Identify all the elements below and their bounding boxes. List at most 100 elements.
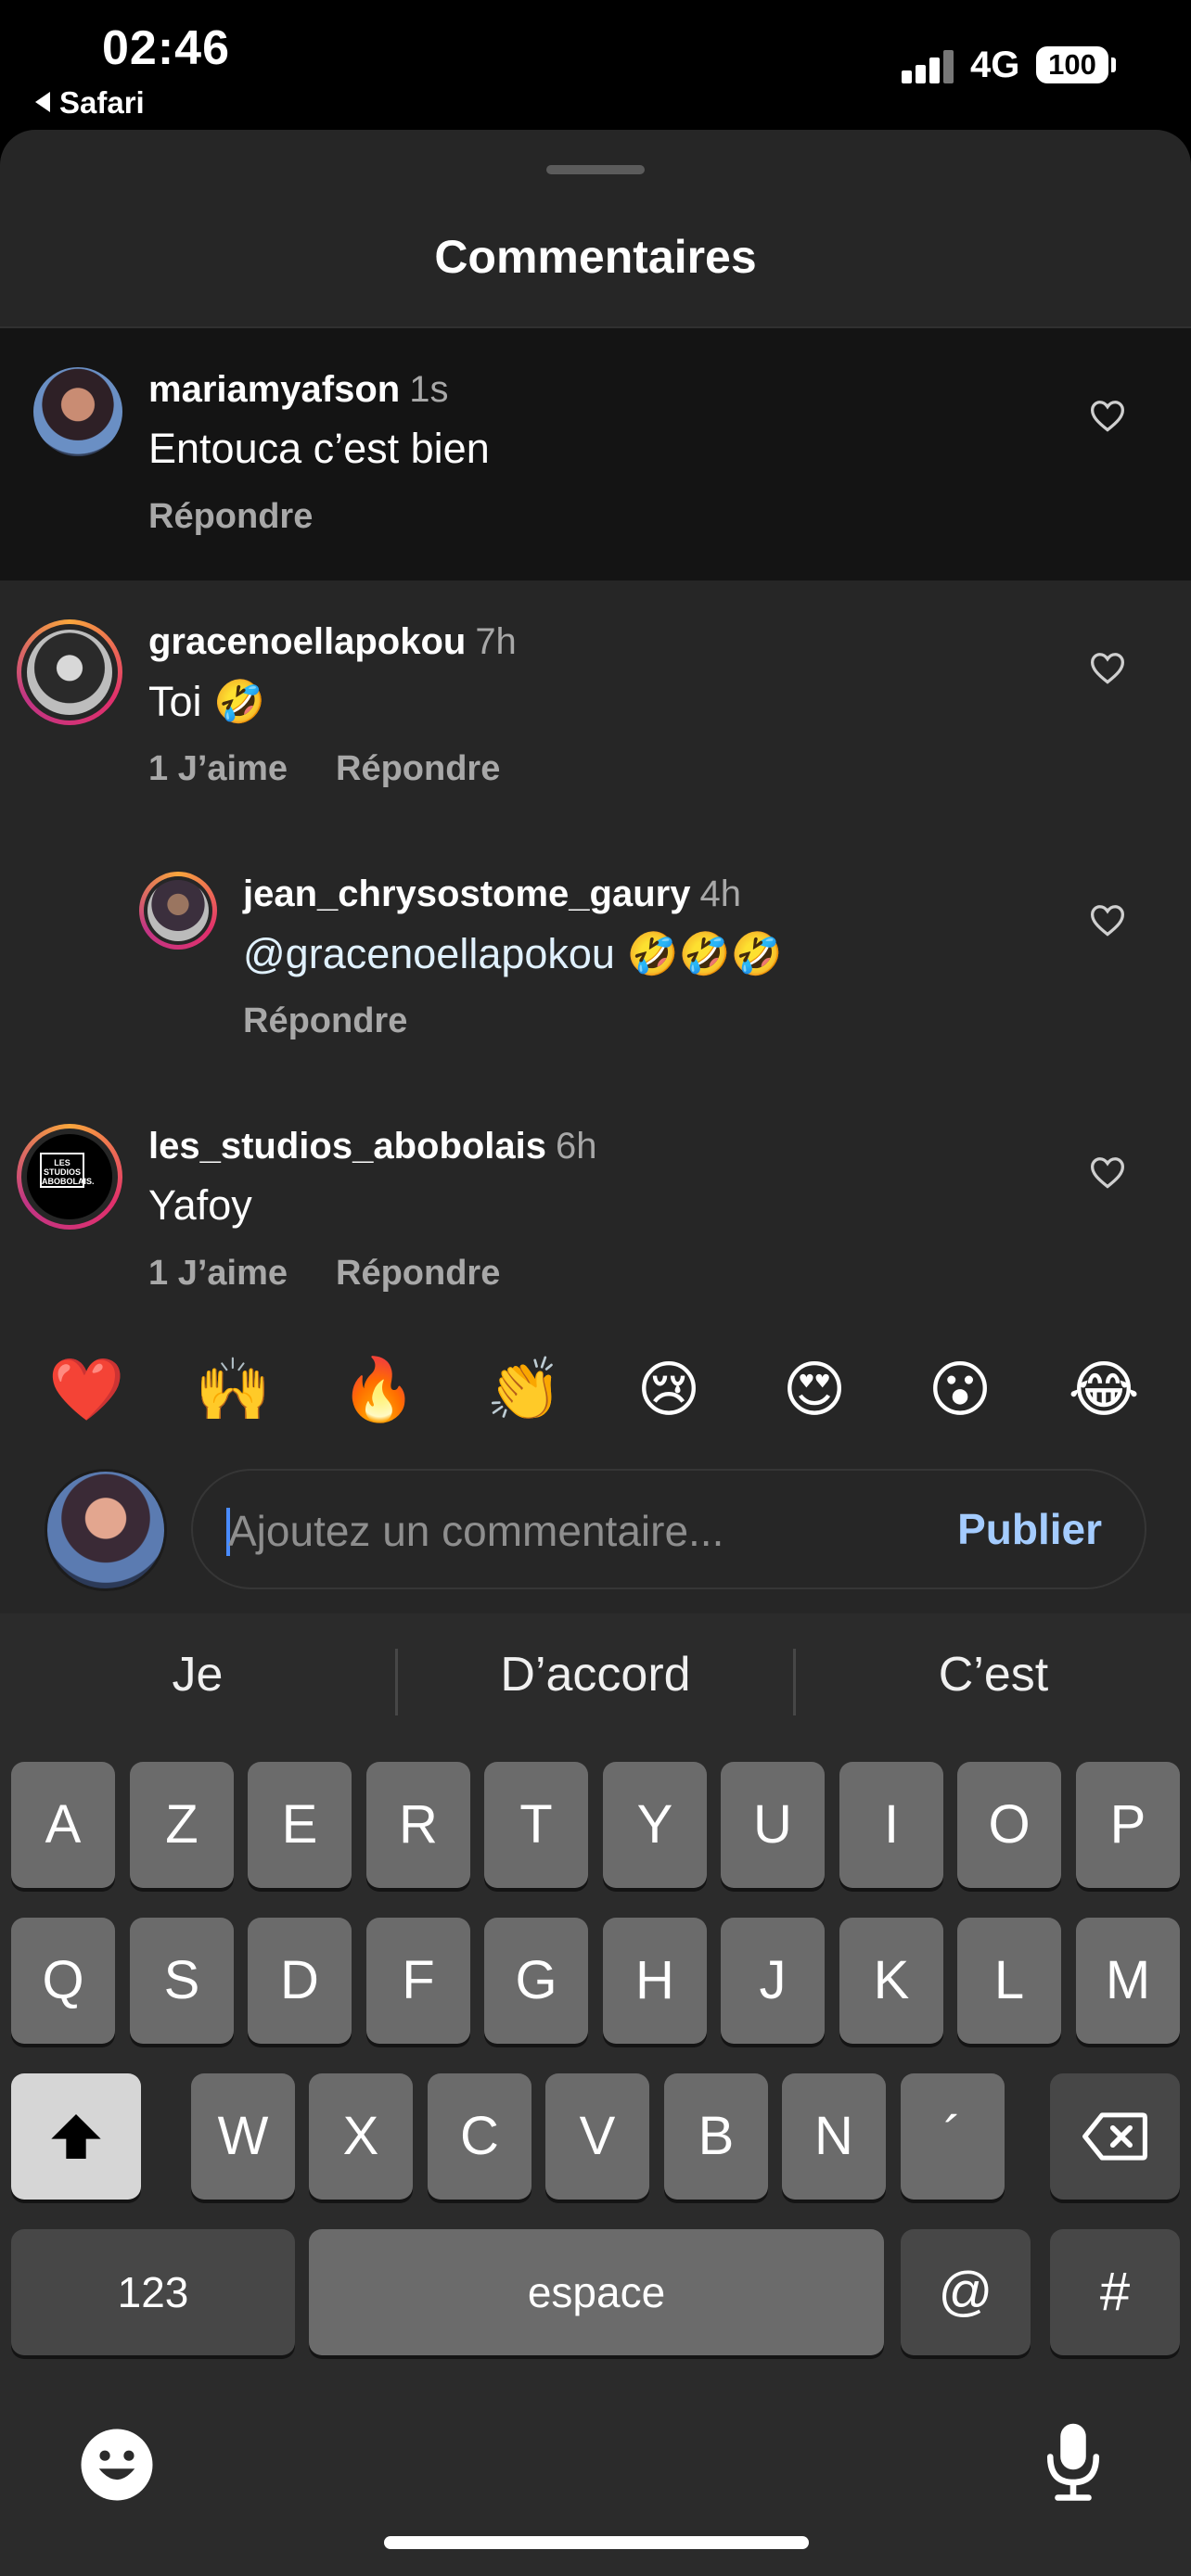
predictive-bar: Je D’accord C’est <box>0 1613 1191 1753</box>
key-u[interactable]: U <box>721 1762 825 1888</box>
publish-button[interactable]: Publier <box>957 1504 1102 1554</box>
reply-button[interactable]: Répondre <box>243 1001 407 1040</box>
key-m[interactable]: M <box>1076 1918 1180 2044</box>
key-d[interactable]: D <box>248 1918 352 2044</box>
like-heart-icon[interactable] <box>1089 1155 1126 1189</box>
comment-time: 6h <box>556 1126 597 1167</box>
likes-count-button[interactable]: 1 J’aime <box>148 749 288 788</box>
comment-header: mariamyafson 1s <box>148 369 448 411</box>
story-ring-avatar[interactable]: LES STUDIOS ABOBOLAIS. <box>17 1124 122 1230</box>
emoji-keyboard-icon[interactable] <box>78 2426 156 2504</box>
emoji-heart-eyes-button[interactable]: 😍 <box>777 1352 852 1426</box>
back-app-label: Safari <box>59 85 145 120</box>
comment-item: mariamyafson 1s Entouca c’est bien Répond… <box>0 328 1191 580</box>
comment-time: 1s <box>409 369 449 410</box>
hash-key[interactable]: # <box>1050 2229 1180 2355</box>
comment-username[interactable]: mariamyafson <box>148 369 400 410</box>
back-arrow-icon <box>35 92 50 112</box>
key-b[interactable]: B <box>664 2073 768 2200</box>
comment-text: @gracenoellapokou 🤣🤣🤣 <box>243 929 783 978</box>
delete-backspace-icon <box>1082 2112 1147 2161</box>
battery-icon: 100 <box>1036 46 1108 83</box>
key-x[interactable]: X <box>309 2073 413 2200</box>
reply-button[interactable]: Répondre <box>336 749 500 788</box>
comment-composer: Publier <box>0 1447 1191 1613</box>
comment-header: gracenoellapokou 7h <box>148 621 517 663</box>
back-to-safari-link[interactable]: Safari <box>35 85 145 121</box>
key-p[interactable]: P <box>1076 1762 1180 1888</box>
key-y[interactable]: Y <box>603 1762 707 1888</box>
key-s[interactable]: S <box>130 1918 234 2044</box>
story-ring-avatar[interactable] <box>139 872 217 950</box>
emoji-crying-button[interactable]: 😢 <box>632 1352 706 1426</box>
comment-input-box[interactable]: Publier <box>191 1469 1146 1589</box>
status-bar: 02:46 Safari 4G 100 <box>0 0 1191 130</box>
avatar-logo-text: LES STUDIOS ABOBOLAIS. <box>40 1153 95 1188</box>
emoji-raised-hands-button[interactable]: 🙌 <box>195 1352 271 1426</box>
battery-tip <box>1111 57 1116 72</box>
microphone-icon[interactable] <box>1043 2420 1104 2504</box>
key-i[interactable]: I <box>839 1762 943 1888</box>
likes-count-button[interactable]: 1 J’aime <box>148 1254 288 1293</box>
key-h[interactable]: H <box>603 1918 707 2044</box>
key-r[interactable]: R <box>366 1762 470 1888</box>
comment-text: Yafoy <box>148 1181 252 1229</box>
key-f[interactable]: F <box>366 1918 470 2044</box>
key-w[interactable]: W <box>191 2073 295 2200</box>
emoji-clap-button[interactable]: 👏 <box>486 1352 562 1426</box>
current-user-avatar <box>45 1469 167 1591</box>
key-j[interactable]: J <box>721 1918 825 2044</box>
comment-username[interactable]: jean_chrysostome_gaury <box>243 874 690 914</box>
key-e[interactable]: E <box>248 1762 352 1888</box>
comment-username[interactable]: gracenoellapokou <box>148 621 466 662</box>
key-acute-accent[interactable]: ´ <box>901 2073 1005 2200</box>
comment-item: LES STUDIOS ABOBOLAIS. les_studios_abobo… <box>0 1085 1191 1307</box>
home-indicator[interactable] <box>384 2536 809 2549</box>
reply-button[interactable]: Répondre <box>148 497 313 536</box>
numbers-key[interactable]: 123 <box>11 2229 295 2355</box>
key-g[interactable]: G <box>484 1918 588 2044</box>
like-heart-icon[interactable] <box>1089 651 1126 684</box>
mention-link[interactable]: @gracenoellapokou <box>243 930 615 977</box>
emoji-surprised-button[interactable]: 😮 <box>923 1352 997 1426</box>
key-z[interactable]: Z <box>130 1762 234 1888</box>
story-ring-avatar[interactable] <box>17 619 122 725</box>
key-q[interactable]: Q <box>11 1918 115 2044</box>
key-o[interactable]: O <box>957 1762 1061 1888</box>
comment-list[interactable]: mariamyafson 1s Entouca c’est bien Répond… <box>0 328 1191 1307</box>
reply-comment-item: jean_chrysostome_gaury 4h @gracenoellapok… <box>0 833 1191 1085</box>
emoji-quick-bar: ❤️ 🙌 🔥 👏 😢 😍 😮 😂 <box>0 1307 1191 1465</box>
comment-actions: 1 J’aime Répondre <box>148 749 500 789</box>
key-a[interactable]: A <box>11 1762 115 1888</box>
comment-actions: Répondre <box>148 497 313 537</box>
key-c[interactable]: C <box>428 2073 531 2200</box>
like-heart-icon[interactable] <box>1089 903 1126 937</box>
space-key[interactable]: espace <box>309 2229 884 2355</box>
delete-key[interactable] <box>1050 2073 1180 2200</box>
sheet-grabber[interactable] <box>546 165 645 174</box>
shift-key[interactable] <box>11 2073 141 2200</box>
key-k[interactable]: K <box>839 1918 943 2044</box>
key-t[interactable]: T <box>484 1762 588 1888</box>
comment-input[interactable] <box>228 1495 933 1567</box>
suggestion-item[interactable]: C’est <box>796 1647 1191 1702</box>
at-key[interactable]: @ <box>901 2229 1031 2355</box>
network-type: 4G <box>970 45 1020 85</box>
comment-username[interactable]: les_studios_abobolais <box>148 1126 546 1167</box>
status-time: 02:46 <box>102 21 230 75</box>
comment-emojis: 🤣🤣🤣 <box>614 930 783 977</box>
emoji-fire-button[interactable]: 🔥 <box>340 1352 416 1426</box>
cellular-signal-icon <box>902 50 955 83</box>
reply-button[interactable]: Répondre <box>336 1254 500 1293</box>
emoji-laughing-button[interactable]: 😂 <box>1067 1352 1141 1426</box>
emoji-heart-button[interactable]: ❤️ <box>48 1352 124 1426</box>
key-n[interactable]: N <box>782 2073 886 2200</box>
suggestion-item[interactable]: D’accord <box>398 1647 793 1702</box>
like-heart-icon[interactable] <box>1089 399 1126 432</box>
comment-time: 7h <box>475 621 517 662</box>
comment-actions: Répondre <box>243 1001 407 1041</box>
suggestion-item[interactable]: Je <box>0 1647 395 1702</box>
key-l[interactable]: L <box>957 1918 1061 2044</box>
key-v[interactable]: V <box>545 2073 649 2200</box>
avatar[interactable] <box>33 367 122 456</box>
